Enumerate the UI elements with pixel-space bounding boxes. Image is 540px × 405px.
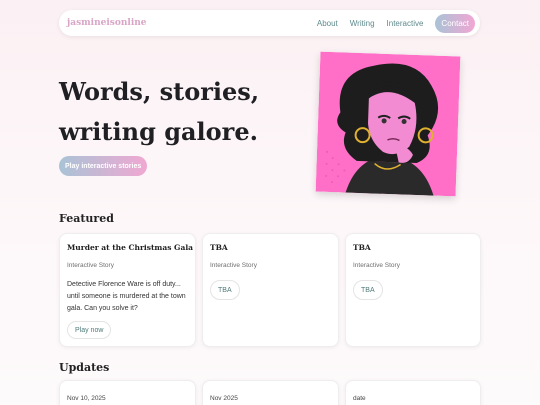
update-date: Nov 10, 2025 — [67, 395, 106, 402]
top-nav: jasmineisonline About Writing Interactiv… — [59, 10, 480, 36]
card-type: Interactive Story — [67, 262, 114, 269]
play-interactive-stories-button[interactable]: Play interactive stories — [59, 156, 148, 176]
nav-link-interactive[interactable]: Interactive — [387, 19, 424, 28]
update-card-3[interactable]: date — [345, 380, 481, 405]
portrait-illustration — [315, 51, 461, 197]
card-title: Murder at the Christmas Gala — [67, 243, 194, 252]
nav-links: About Writing Interactive Contact — [317, 13, 475, 33]
hero-title-line-2: writing galore. — [59, 117, 258, 146]
nav-link-about[interactable]: About — [317, 19, 338, 28]
update-card-2[interactable]: Nov 2025 — [202, 380, 339, 405]
featured-heading: Featured — [59, 212, 114, 225]
site-logo[interactable]: jasmineisonline — [67, 18, 147, 28]
update-date: date — [353, 395, 366, 402]
hero-title: Words, stories, writing galore. — [59, 72, 279, 152]
contact-button[interactable]: Contact — [435, 13, 475, 33]
card-description: Detective Florence Ware is off duty... u… — [67, 281, 186, 312]
hero-title-line-1: Words, stories, — [59, 77, 260, 106]
updates-heading: Updates — [59, 361, 110, 374]
card-title: TBA — [210, 243, 228, 252]
play-now-button[interactable]: Play now — [67, 321, 112, 339]
tba-button[interactable]: TBA — [210, 280, 240, 300]
card-title: TBA — [353, 243, 371, 252]
update-date: Nov 2025 — [210, 395, 238, 402]
tba-button[interactable]: TBA — [353, 280, 383, 300]
featured-card-murder[interactable]: Murder at the Christmas Gala Interactive… — [59, 233, 196, 347]
card-type: Interactive Story — [210, 262, 257, 269]
nav-link-writing[interactable]: Writing — [350, 19, 375, 28]
featured-card-tba-2[interactable]: TBA Interactive Story TBA — [345, 233, 481, 347]
featured-card-tba-1[interactable]: TBA Interactive Story TBA — [202, 233, 339, 347]
card-type: Interactive Story — [353, 262, 400, 269]
update-card-1[interactable]: Nov 10, 2025 — [59, 380, 196, 405]
